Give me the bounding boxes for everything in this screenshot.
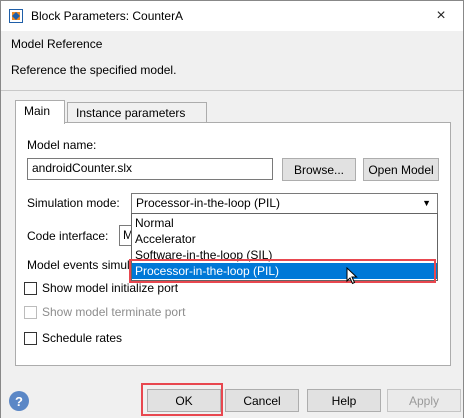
- close-icon: ×: [436, 7, 446, 24]
- chevron-down-icon: ▼: [422, 198, 431, 208]
- model-events-label: Model events simul: [27, 258, 130, 272]
- tab-instance-parameters-label: Instance parameters: [76, 106, 186, 120]
- tab-main[interactable]: Main: [15, 100, 65, 124]
- title-bar: Block Parameters: CounterA ×: [1, 1, 463, 31]
- show-initialize-port-label: Show model initialize port: [42, 281, 179, 295]
- show-terminate-port-label: Show model terminate port: [42, 305, 186, 319]
- simulation-mode-value: Processor-in-the-loop (PIL): [136, 196, 281, 210]
- option-normal[interactable]: Normal: [132, 215, 437, 231]
- option-accelerator[interactable]: Accelerator: [132, 231, 437, 247]
- simulation-mode-label: Simulation mode:: [27, 196, 120, 210]
- show-terminate-port-checkbox[interactable]: [24, 306, 37, 319]
- simulation-mode-select[interactable]: Processor-in-the-loop (PIL) ▼: [131, 193, 438, 214]
- show-initialize-port-checkbox[interactable]: [24, 282, 37, 295]
- schedule-rates-checkbox[interactable]: [24, 332, 37, 345]
- highlight-annotation-ok: [141, 383, 223, 416]
- simulink-block-icon: [9, 9, 23, 23]
- help-icon[interactable]: ?: [9, 391, 29, 411]
- mouse-cursor-icon: [346, 267, 358, 285]
- model-name-label: Model name:: [27, 138, 97, 152]
- button-bar: ? OK Cancel Help Apply: [1, 379, 463, 418]
- schedule-rates-label: Schedule rates: [42, 331, 123, 345]
- browse-button[interactable]: Browse...: [282, 158, 356, 181]
- open-model-button[interactable]: Open Model: [363, 158, 439, 181]
- tab-main-label: Main: [24, 104, 51, 118]
- cancel-button[interactable]: Cancel: [225, 389, 299, 412]
- tab-instance-parameters[interactable]: Instance parameters: [67, 102, 207, 122]
- code-interface-label: Code interface:: [27, 229, 109, 243]
- help-button[interactable]: Help: [307, 389, 381, 412]
- highlight-annotation-pil: [129, 259, 436, 283]
- apply-button[interactable]: Apply: [387, 389, 461, 412]
- window-title: Block Parameters: CounterA: [31, 9, 184, 23]
- section-description: Reference the specified model.: [11, 63, 177, 77]
- model-name-input[interactable]: androidCounter.slx: [27, 158, 273, 180]
- close-button[interactable]: ×: [419, 1, 463, 31]
- dialog-window: Block Parameters: CounterA × Model Refer…: [0, 0, 464, 418]
- section-title: Model Reference: [11, 37, 103, 51]
- divider: [1, 90, 463, 91]
